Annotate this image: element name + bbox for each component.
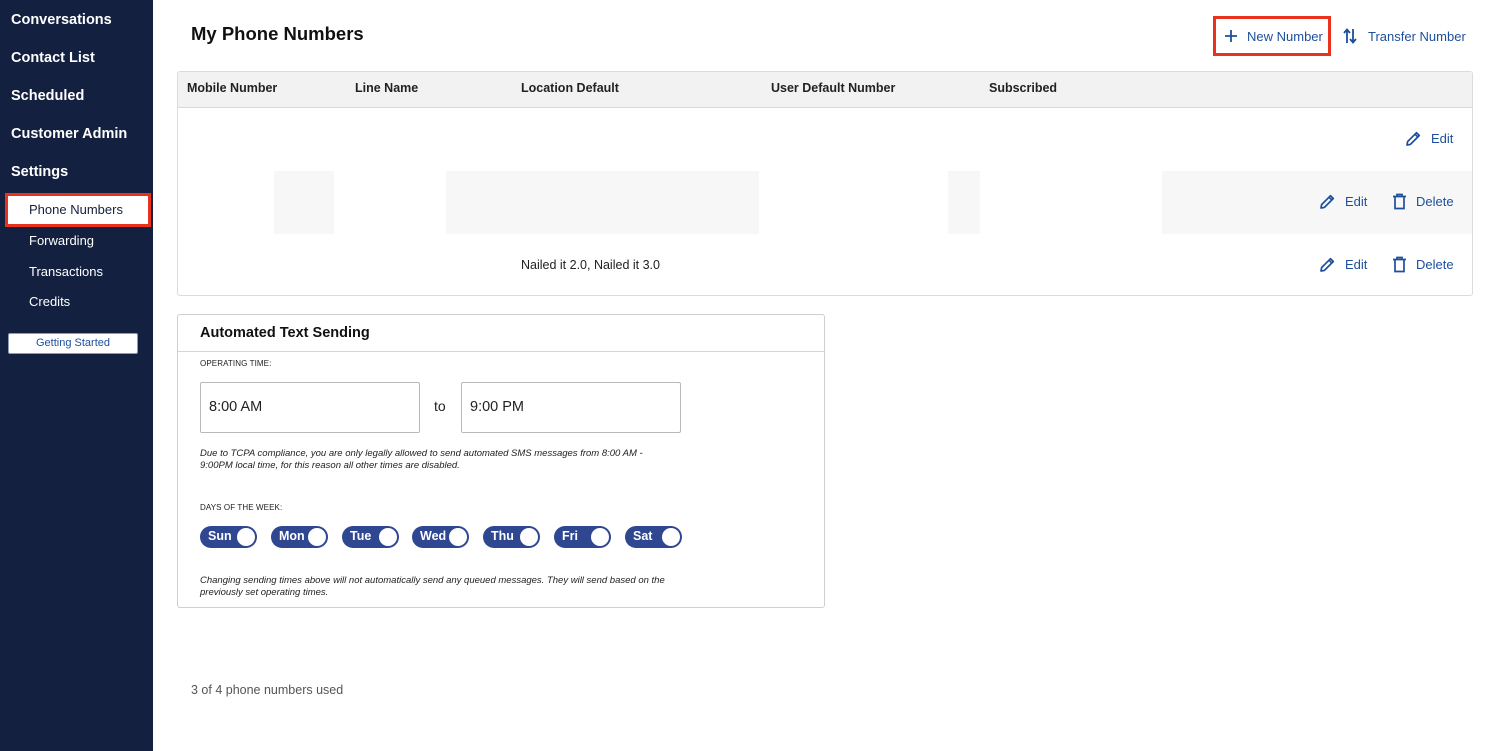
automated-text-sending-card: Automated Text Sending OPERATING TIME: 8… <box>177 314 825 608</box>
day-toggle-label: Mon <box>279 529 305 543</box>
automated-text-sending-title: Automated Text Sending <box>200 325 370 341</box>
delete-label: Delete <box>1416 194 1454 209</box>
swap-vertical-icon <box>1343 28 1357 44</box>
toggle-knob <box>237 528 255 546</box>
sidebar-item-phone-numbers[interactable]: Phone Numbers <box>5 193 151 227</box>
new-number-label: New Number <box>1247 28 1323 44</box>
table-header: Mobile Number Line Name Location Default… <box>178 72 1472 108</box>
phone-numbers-table: Mobile Number Line Name Location Default… <box>177 71 1473 296</box>
operating-time-label: OPERATING TIME: <box>200 359 272 368</box>
edit-label: Edit <box>1345 257 1368 272</box>
toggle-knob <box>308 528 326 546</box>
day-toggle-tue[interactable]: Tue <box>342 526 399 548</box>
blank-cell <box>446 171 759 234</box>
day-toggle-sat[interactable]: Sat <box>625 526 682 548</box>
trash-icon <box>1393 256 1406 273</box>
day-toggle-label: Fri <box>562 529 578 543</box>
sidebar-item-scheduled[interactable]: Scheduled <box>11 88 84 104</box>
blank-cell <box>274 171 334 234</box>
queued-messages-note: Changing sending times above will not au… <box>200 575 665 598</box>
edit-label: Edit <box>1431 131 1454 146</box>
toggle-knob <box>520 528 538 546</box>
tcpa-compliance-note: Due to TCPA compliance, you are only leg… <box>200 448 643 471</box>
column-header-subscribed: Subscribed <box>989 81 1058 95</box>
day-toggle-label: Sat <box>633 529 653 543</box>
day-toggle-mon[interactable]: Mon <box>271 526 328 548</box>
day-toggle-wed[interactable]: Wed <box>412 526 469 548</box>
column-header-location-default: Location Default <box>521 81 619 95</box>
table-row: Edit <box>178 108 1472 171</box>
days-of-week-label: DAYS OF THE WEEK: <box>200 503 283 512</box>
day-toggle-label: Tue <box>350 529 372 543</box>
toggle-knob <box>591 528 609 546</box>
sidebar-item-transactions[interactable]: Transactions <box>29 264 103 279</box>
toggle-knob <box>449 528 467 546</box>
pencil-icon <box>1320 257 1335 272</box>
pencil-icon <box>1320 194 1335 209</box>
edit-button[interactable]: Edit <box>1319 193 1367 210</box>
delete-button[interactable]: Delete <box>1392 256 1454 273</box>
pencil-icon <box>1406 131 1421 146</box>
location-default-cell: Nailed it 2.0, Nailed it 3.0 <box>521 258 660 272</box>
day-toggle-label: Sun <box>208 529 232 543</box>
day-toggle-fri[interactable]: Fri <box>554 526 611 548</box>
toggle-knob <box>379 528 397 546</box>
blank-cell <box>948 171 980 234</box>
column-header-user-default-number: User Default Number <box>771 81 896 95</box>
transfer-number-label: Transfer Number <box>1368 28 1466 44</box>
table-row: Edit Delete <box>178 171 1472 234</box>
column-header-mobile-number: Mobile Number <box>187 81 278 95</box>
page-title: My Phone Numbers <box>191 23 364 44</box>
transfer-number-button[interactable]: Transfer Number <box>1342 26 1466 46</box>
sidebar: Conversations Contact List Scheduled Cus… <box>0 0 153 751</box>
edit-button[interactable]: Edit <box>1405 130 1453 147</box>
sidebar-item-credits[interactable]: Credits <box>29 294 70 309</box>
edit-button[interactable]: Edit <box>1319 256 1367 273</box>
day-toggle-label: Wed <box>420 529 447 543</box>
sidebar-item-settings[interactable]: Settings <box>11 164 68 180</box>
divider <box>178 351 824 352</box>
end-time-input[interactable]: 9:00 PM <box>461 382 681 433</box>
sidebar-item-conversations[interactable]: Conversations <box>11 12 112 28</box>
sidebar-item-forwarding[interactable]: Forwarding <box>29 233 94 248</box>
edit-label: Edit <box>1345 194 1368 209</box>
plus-icon <box>1225 30 1237 42</box>
delete-button[interactable]: Delete <box>1392 193 1454 210</box>
day-toggle-thu[interactable]: Thu <box>483 526 540 548</box>
toggle-knob <box>662 528 680 546</box>
table-row: Nailed it 2.0, Nailed it 3.0 Edit Delete <box>178 234 1472 295</box>
column-header-line-name: Line Name <box>355 81 419 95</box>
trash-icon <box>1393 193 1406 210</box>
sidebar-item-contact-list[interactable]: Contact List <box>11 50 95 66</box>
getting-started-button[interactable]: Getting Started <box>8 333 138 354</box>
new-number-button[interactable]: New Number <box>1213 16 1331 56</box>
start-time-input[interactable]: 8:00 AM <box>200 382 420 433</box>
day-toggle-sun[interactable]: Sun <box>200 526 257 548</box>
day-toggle-label: Thu <box>491 529 514 543</box>
phone-numbers-usage-count: 3 of 4 phone numbers used <box>191 683 344 697</box>
to-label: to <box>434 398 446 414</box>
delete-label: Delete <box>1416 257 1454 272</box>
sidebar-item-customer-admin[interactable]: Customer Admin <box>11 126 127 142</box>
